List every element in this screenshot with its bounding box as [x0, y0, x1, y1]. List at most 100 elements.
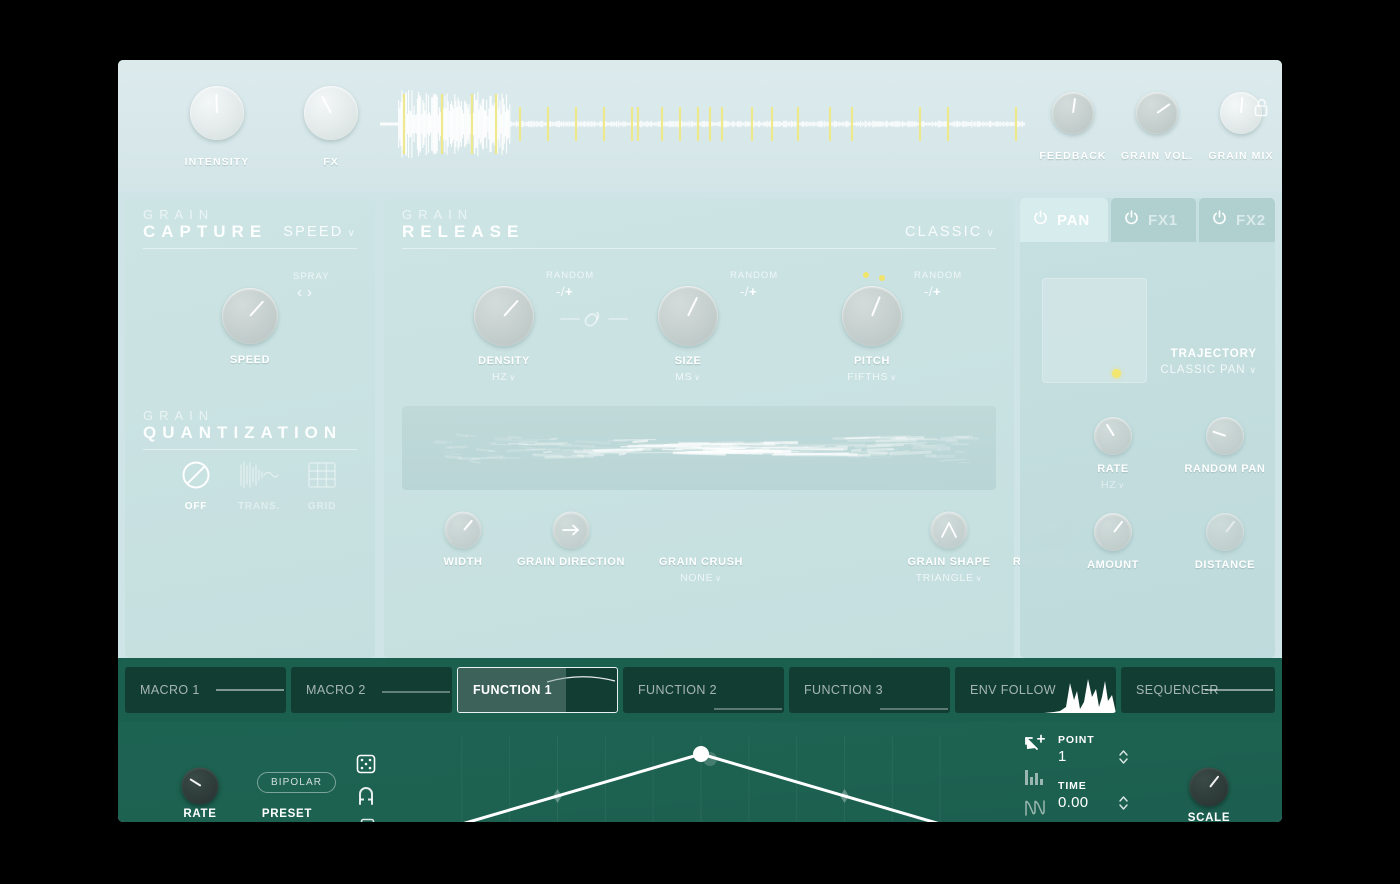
mod-slot-macro-1[interactable]: MACRO 1	[125, 667, 286, 713]
mod-slot-label: ENV FOLLOW	[970, 683, 1056, 697]
random-pan-knob[interactable]	[1202, 413, 1248, 459]
spray-arrows[interactable]: ‹›	[297, 284, 317, 301]
chevron-down-icon: ∨	[694, 373, 701, 382]
capture-speed-knob[interactable]	[216, 282, 284, 350]
tab-pan[interactable]: PAN	[1020, 198, 1108, 242]
size-random-value[interactable]: -/+	[740, 284, 757, 299]
grain-crush-dropdown[interactable]: NONE ∨	[641, 572, 761, 584]
grain-capture-panel: GRAIN CAPTURE SPEED ∨ SPEED SPRAY ‹› GRA…	[125, 198, 375, 658]
link-chain-icon[interactable]	[559, 310, 629, 333]
copy-icon[interactable]	[356, 818, 376, 822]
function-envelope-graph[interactable]	[406, 736, 996, 822]
point-label: POINT	[1058, 734, 1095, 746]
bars-icon[interactable]	[1024, 768, 1046, 791]
mod-slot-function-1[interactable]: FUNCTION 1	[457, 667, 618, 713]
tab-fx1[interactable]: FX1	[1111, 198, 1196, 242]
magnet-icon[interactable]	[356, 786, 376, 811]
width-knob[interactable]	[441, 508, 485, 552]
pitch-mod-dot-2[interactable]	[879, 275, 885, 281]
grain-release-title: GRAIN RELEASE	[402, 207, 524, 242]
point-stepper[interactable]	[1118, 749, 1129, 770]
quantization-option-trans[interactable]: TRANS.	[232, 460, 286, 512]
mod-slot-label: MACRO 1	[140, 683, 200, 697]
pan-distance-knob[interactable]	[1202, 509, 1248, 555]
function-editor: RATE SYNC∨ BIPOLAR PRESET PRESETS∨	[118, 722, 1282, 822]
grain-cloud-visualizer[interactable]	[402, 406, 996, 490]
release-title-big: RELEASE	[402, 222, 525, 241]
intensity-label: INTENSITY	[184, 156, 250, 168]
pitch-knob[interactable]	[836, 280, 908, 352]
pan-rate-knob[interactable]	[1090, 413, 1136, 459]
time-stepper[interactable]	[1118, 795, 1129, 816]
tab-pan-label: PAN	[1057, 211, 1090, 229]
dice-icon[interactable]	[356, 754, 376, 779]
density-random-value[interactable]: -/+	[556, 284, 573, 299]
pan-rate-unit-dropdown[interactable]: HZ ∨	[1053, 479, 1173, 491]
grain-direction-label: GRAIN DIRECTION	[517, 556, 625, 568]
quantization-option-off[interactable]: OFF	[169, 460, 223, 512]
mod-slot-function-3[interactable]: FUNCTION 3	[789, 667, 950, 713]
lock-open-icon[interactable]	[1254, 98, 1270, 122]
grain-release-panel: GRAIN RELEASE CLASSIC ∨ DENSITY HZ ∨ RANDO…	[384, 198, 1097, 658]
quantization-option-grid[interactable]: GRID	[295, 460, 349, 512]
fx-knob[interactable]: FX	[276, 82, 386, 168]
point-field[interactable]: POINT 1	[1058, 734, 1095, 766]
capture-divider	[143, 248, 357, 249]
sample-waveform-display[interactable]	[379, 86, 1026, 162]
bipolar-toggle[interactable]: BIPOLAR	[257, 772, 337, 793]
pitch-unit-dropdown[interactable]: FIFTHS ∨	[812, 371, 932, 383]
power-icon[interactable]	[1212, 210, 1227, 230]
mod-slot-label: FUNCTION 2	[638, 683, 717, 697]
mod-slot-macro-2[interactable]: MACRO 2	[291, 667, 452, 713]
spray-right-arrow-icon[interactable]: ›	[307, 284, 317, 301]
chevron-down-icon: ∨	[715, 574, 722, 583]
point-value[interactable]: 1	[1058, 747, 1095, 766]
time-value[interactable]: 0.00	[1058, 793, 1088, 812]
mod-slot-mini-graph	[712, 667, 784, 713]
grain-shape-label: GRAIN SHAPE	[907, 556, 991, 568]
pan-fx-panel: PAN FX1 FX2 TRAJECTORY CLASSIC PAN ∨ RAT…	[1020, 198, 1275, 658]
grain-direction-knob[interactable]	[549, 508, 593, 552]
intensity-knob[interactable]: INTENSITY	[162, 82, 272, 168]
grain-release-mode-dropdown[interactable]: CLASSIC ∨	[905, 224, 996, 240]
pitch-unit-value: FIFTHS	[847, 371, 889, 383]
mod-slot-mini-graph	[214, 667, 286, 713]
add-point-icon[interactable]	[1023, 734, 1047, 761]
pan-amount-knob[interactable]	[1090, 509, 1136, 555]
grain-shape-knob[interactable]	[927, 508, 971, 552]
chevron-down-icon: ∨	[347, 228, 357, 239]
trajectory-value: CLASSIC PAN	[1160, 364, 1246, 376]
density-knob[interactable]	[468, 280, 540, 352]
pitch-random-value[interactable]: -/+	[924, 284, 941, 299]
grain-crush-label: GRAIN CRUSH	[658, 556, 744, 568]
pitch-label: PITCH	[854, 355, 890, 367]
density-unit-value: HZ	[492, 371, 508, 383]
scale-knob[interactable]	[1186, 764, 1232, 810]
grain-capture-mode-dropdown[interactable]: SPEED ∨	[283, 224, 357, 240]
release-divider	[402, 248, 996, 249]
grain-crush-value: NONE	[680, 572, 714, 584]
size-knob[interactable]	[652, 280, 724, 352]
mod-slot-function-2[interactable]: FUNCTION 2	[623, 667, 784, 713]
power-icon[interactable]	[1124, 210, 1139, 230]
capture-mode-value: SPEED	[283, 224, 344, 240]
trajectory-dropdown[interactable]: CLASSIC PAN ∨	[1107, 364, 1257, 376]
power-icon[interactable]	[1033, 210, 1048, 230]
grain-shape-dropdown[interactable]: TRIANGLE ∨	[889, 572, 1009, 584]
function-rate-knob[interactable]	[178, 764, 222, 808]
quant-grid-label: GRID	[307, 501, 337, 512]
time-field[interactable]: TIME 0.00	[1058, 780, 1088, 812]
density-label: DENSITY	[478, 355, 530, 367]
spray-left-arrow-icon[interactable]: ‹	[297, 284, 307, 301]
pitch-mod-dot-1[interactable]	[863, 272, 869, 278]
tab-fx2[interactable]: FX2	[1199, 198, 1275, 242]
size-random-label: RANDOM	[730, 270, 779, 281]
mod-slot-sequencer[interactable]: SEQUENCER	[1121, 667, 1275, 713]
mod-slot-env-follow[interactable]: ENV FOLLOW	[955, 667, 1116, 713]
mod-slot-label: FUNCTION 3	[804, 683, 883, 697]
curve-m-icon[interactable]	[1024, 798, 1046, 821]
mod-slot-label: SEQUENCER	[1136, 683, 1219, 697]
density-unit-dropdown[interactable]: HZ ∨	[444, 371, 564, 383]
pan-distance-label: DISTANCE	[1194, 559, 1256, 571]
size-unit-dropdown[interactable]: MS ∨	[628, 371, 748, 383]
